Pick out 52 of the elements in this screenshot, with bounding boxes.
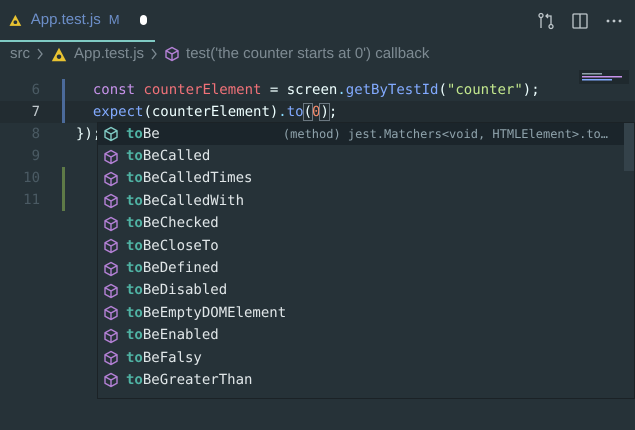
line-number: 7 xyxy=(30,102,40,122)
compare-changes-icon[interactable] xyxy=(537,12,555,30)
tab-title: App.test.js xyxy=(30,10,101,30)
split-editor-icon[interactable] xyxy=(571,12,589,30)
suggestion-item[interactable]: toBeCloseTo xyxy=(98,234,624,258)
suggestion-item[interactable]: toBeEnabled xyxy=(98,324,624,347)
cube-icon xyxy=(103,193,119,210)
scrollbar-thumb xyxy=(624,123,634,171)
cube-icon xyxy=(103,328,119,344)
cube-icon xyxy=(103,260,119,277)
cube-icon xyxy=(103,170,119,187)
suggestion-item[interactable]: toBeGreaterThan xyxy=(98,369,624,392)
breadcrumb-item[interactable]: App.test.js xyxy=(74,42,144,66)
git-status: M xyxy=(108,11,120,30)
suggestion-detail: (method) jest.Matchers<void, HTMLElement>.to… xyxy=(282,126,608,144)
suggestion-item[interactable]: toBeFalsy xyxy=(98,346,624,370)
breadcrumb-item[interactable]: src xyxy=(10,42,30,66)
cube-icon xyxy=(103,126,119,142)
suggestion-label: toBeGreaterThan xyxy=(126,370,252,390)
cube-icon xyxy=(103,350,119,366)
chevron-right-icon xyxy=(150,48,158,60)
cube-icon xyxy=(103,238,119,254)
suggestion-label: toBeCalledTimes xyxy=(126,169,252,188)
cube-icon xyxy=(103,305,119,322)
suggestion-label: toBeDefined xyxy=(126,259,219,278)
cube-icon xyxy=(103,282,119,299)
suggestion-label: toBeCalledWith xyxy=(126,192,244,211)
suggestion-label: toBeCloseTo xyxy=(126,236,219,256)
suggestion-item[interactable]: toBeDefined xyxy=(98,257,624,280)
suggestion-item[interactable]: toBe (method) jest.Matchers<void, HTMLElement>.to… xyxy=(98,123,624,146)
suggestion-item[interactable]: toBeCalledWith xyxy=(98,190,624,213)
chevron-right-icon xyxy=(36,48,44,60)
suggestion-label: toBeDisabled xyxy=(126,281,228,300)
cube-icon xyxy=(103,148,119,165)
suggestion-label: toBeCalled xyxy=(126,147,210,166)
suggestion-item[interactable]: toBeDisabled xyxy=(98,280,624,302)
minimap xyxy=(579,70,629,84)
suggestion-label: toBeFalsy xyxy=(126,348,202,368)
suggestion-label: toBeChecked xyxy=(126,214,219,234)
suggestion-item[interactable]: toBeChecked xyxy=(98,212,624,235)
suggestion-item[interactable]: toBeCalledTimes xyxy=(98,168,624,190)
cube-icon xyxy=(164,46,180,62)
suggestion-label: toBeEmptyDOMElement xyxy=(126,304,286,323)
breadcrumb-item[interactable]: test('the counter starts at 0') callback xyxy=(186,42,430,66)
code-line: const counterElement = screen.getByTestId("counter"); xyxy=(92,80,540,100)
cube-icon xyxy=(103,372,119,388)
suggestion-label: toBeEnabled xyxy=(126,326,219,346)
cube-icon xyxy=(103,216,119,232)
suggestion-item[interactable]: toBeCalled xyxy=(98,145,624,168)
more-icon[interactable] xyxy=(605,18,623,24)
suggestion-item[interactable]: toBeEmptyDOMElement xyxy=(98,302,624,325)
suggestion-label: toBe xyxy=(126,124,160,144)
